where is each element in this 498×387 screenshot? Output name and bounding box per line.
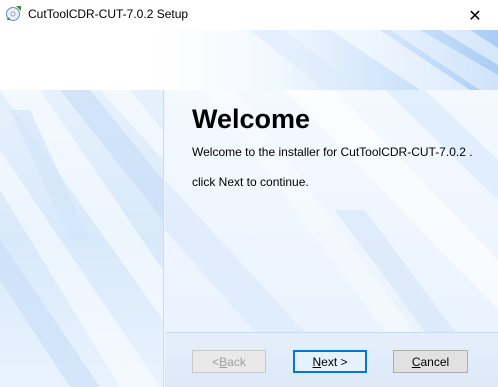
next-button-label: ext > (321, 354, 348, 369)
next-button-accesskey: N (312, 354, 322, 369)
banner-graphic (250, 30, 498, 90)
window-title: CutToolCDR-CUT-7.0.2 Setup (28, 7, 189, 21)
back-button-accesskey: B (219, 354, 228, 369)
back-button[interactable]: < Back (192, 350, 266, 373)
cancel-button-accesskey: C (411, 354, 421, 369)
next-button[interactable]: Next > (293, 350, 367, 373)
page-title: Welcome (192, 104, 311, 134)
back-button-prefix: < (212, 354, 220, 369)
cancel-button[interactable]: Cancel (393, 350, 468, 373)
back-button-label: ack (227, 354, 246, 369)
installer-disc-icon (5, 5, 22, 22)
side-graphic (0, 90, 163, 387)
header-banner (0, 30, 498, 90)
welcome-message: Welcome to the installer for CutToolCDR-… (192, 145, 473, 159)
title-bar: CutToolCDR-CUT-7.0.2 Setup ✕ (0, 0, 498, 30)
side-graphic-panel (0, 90, 163, 387)
installer-window: CutToolCDR-CUT-7.0.2 Setup ✕ Welcome Wel… (0, 0, 498, 387)
continue-instruction: click Next to continue. (192, 175, 309, 189)
close-button[interactable]: ✕ (452, 0, 498, 30)
cancel-button-label: ancel (420, 354, 450, 369)
close-icon: ✕ (468, 5, 482, 25)
